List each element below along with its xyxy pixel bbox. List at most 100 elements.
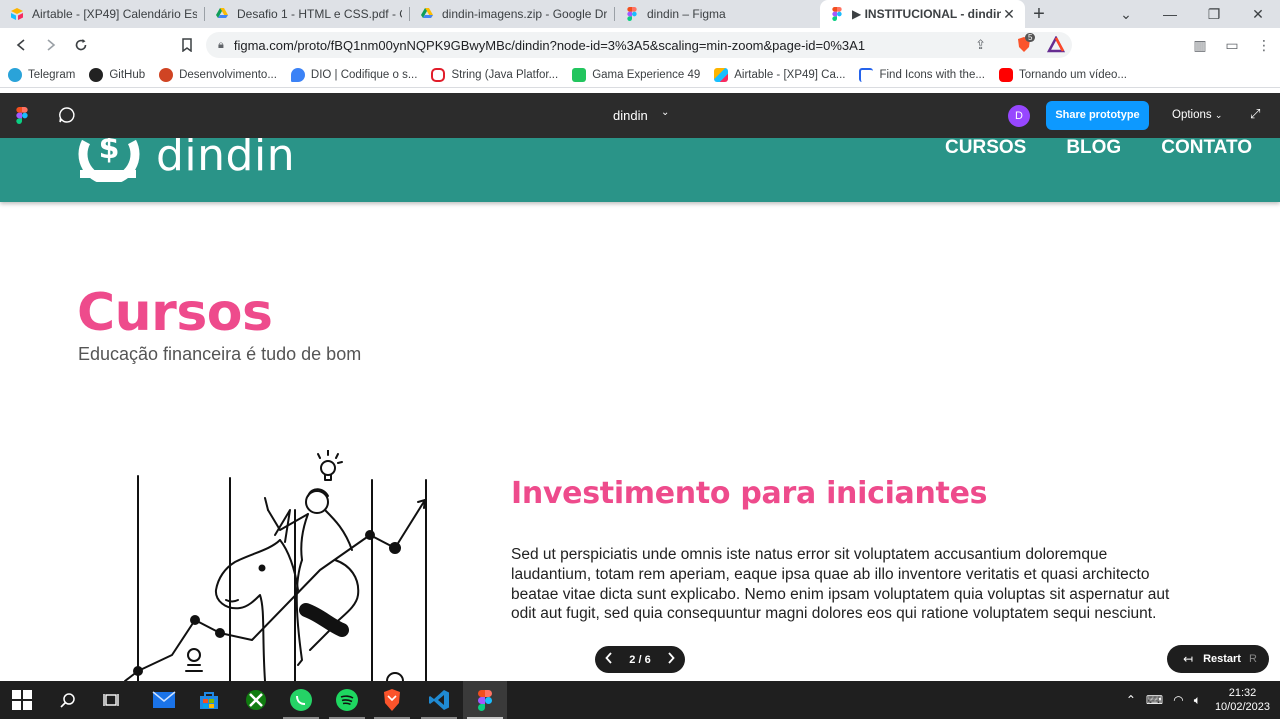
bookmark-item[interactable]: DIO | Codifique o s... — [290, 67, 417, 82]
browser-tab[interactable]: Airtable - [XP49] Calendário Estud — [0, 0, 205, 28]
restart-button[interactable]: ↤ Restart R — [1167, 645, 1269, 673]
volume-icon[interactable]: 🔈︎ — [1194, 693, 1201, 708]
page-subtitle: Educação financeira é tudo de bom — [78, 344, 362, 364]
system-tray: ⌃ ⌨ ◠ 🔈︎ 21:32 10/02/2023 — [1126, 681, 1270, 719]
page-title: Cursos — [77, 283, 273, 343]
brave-shields-icon[interactable]: 5 — [1015, 33, 1036, 54]
clock[interactable]: 21:32 10/02/2023 — [1215, 686, 1270, 714]
nav-link-blog[interactable]: BLOG — [1066, 138, 1121, 158]
bookmark-item[interactable]: GitHub — [89, 67, 145, 82]
maximize-button[interactable]: ❐ — [1192, 0, 1236, 28]
bookmark-item[interactable]: Telegram — [8, 67, 75, 82]
brave-rewards-icon[interactable] — [1046, 35, 1066, 59]
tab-title: Airtable - [XP49] Calendário Estud — [32, 7, 197, 21]
clock-date: 10/02/2023 — [1214, 701, 1270, 713]
course-title: Investimento para iniciantes — [511, 476, 988, 511]
previous-frame-button[interactable] — [605, 652, 613, 667]
bookmark-item[interactable]: Gama Experience 49 — [572, 67, 700, 82]
bookmark-icon — [182, 38, 192, 52]
reload-icon — [75, 39, 87, 51]
avatar[interactable]: D — [1008, 105, 1030, 127]
reload-button[interactable] — [66, 30, 96, 60]
chevron-down-icon: ⌄ — [1214, 110, 1223, 120]
bookmark-item[interactable]: Airtable - [XP49] Ca... — [714, 67, 845, 82]
back-arrow-icon — [16, 39, 25, 51]
oracle-icon — [431, 67, 446, 82]
nav-link-contato[interactable]: CONTATO — [1161, 138, 1252, 158]
restart-arrow-icon: ↤ — [1183, 652, 1194, 666]
vscode-icon[interactable] — [417, 681, 461, 719]
wifi-icon[interactable]: ◠ — [1173, 693, 1183, 707]
bookmark-item[interactable]: String (Java Platfor... — [431, 67, 558, 82]
dollar-logo-icon: $ — [78, 138, 140, 182]
telegram-icon — [8, 67, 22, 82]
window-controls: ⌄ — ❐ ✕ — [1104, 0, 1280, 28]
site-logo[interactable]: $ dindin — [78, 138, 295, 182]
windows-start-icon[interactable] — [0, 681, 44, 719]
spotify-icon[interactable] — [325, 681, 369, 719]
nav-link-cursos[interactable]: CURSOS — [945, 138, 1026, 158]
prototype-canvas: $ dindin CURSOS BLOG CONTATO Cursos Educ… — [0, 138, 1280, 681]
wallet-icon[interactable]: ▭ — [1216, 37, 1248, 54]
xbox-icon[interactable] — [234, 681, 278, 719]
figma-logo-icon[interactable] — [16, 107, 28, 129]
store-icon[interactable] — [187, 681, 231, 719]
forward-button[interactable] — [36, 30, 66, 60]
bookmark-item[interactable]: Desenvolvimento... — [159, 67, 277, 82]
gama-icon — [572, 67, 587, 82]
browser-tab[interactable]: dindin-imagens.zip - Google Drive — [410, 0, 615, 28]
chevron-right-icon — [668, 652, 675, 664]
comment-icon[interactable] — [58, 106, 76, 129]
new-tab-button[interactable]: + — [1025, 0, 1053, 28]
fullscreen-icon[interactable]: ⤢ — [1250, 106, 1260, 122]
bookmark-item[interactable]: Find Icons with the... — [859, 67, 985, 82]
browser-tab-active[interactable]: ▶ INSTITUCIONAL - dindin ✕ — [820, 0, 1025, 28]
share-page-icon[interactable]: ⇪ — [975, 37, 986, 53]
github-icon — [89, 67, 104, 82]
bookmark-button[interactable] — [172, 30, 202, 60]
address-bar[interactable]: 🔒︎ figma.com/proto/fBQ1nm00ynNQPK9GBwyMB… — [206, 32, 1072, 58]
minimize-button[interactable]: — — [1148, 0, 1192, 28]
close-tab-icon[interactable]: ✕ — [1001, 6, 1017, 23]
figma-icon[interactable] — [463, 681, 507, 719]
chevron-left-icon — [605, 652, 612, 664]
browser-tab[interactable]: dindin – Figma — [615, 0, 820, 28]
keyboard-icon[interactable]: ⌨ — [1146, 693, 1163, 707]
brave-icon[interactable] — [370, 681, 414, 719]
forward-arrow-icon — [47, 39, 56, 51]
bookmark-item[interactable]: Tornando um vídeo... — [998, 67, 1127, 82]
logo-text: dindin — [156, 138, 296, 181]
close-window-button[interactable]: ✕ — [1236, 0, 1280, 28]
next-frame-button[interactable] — [667, 652, 675, 667]
file-name[interactable]: dindin — [613, 108, 648, 123]
flag-icon — [859, 67, 874, 82]
tab-search-icon[interactable]: ⌄ — [1104, 0, 1148, 28]
whatsapp-icon[interactable] — [279, 681, 323, 719]
powerpoint-icon — [159, 67, 174, 82]
windows-taskbar: ⌃ ⌨ ◠ 🔈︎ 21:32 10/02/2023 — [0, 681, 1280, 719]
frame-counter: 2 / 6 — [629, 653, 651, 666]
mail-icon[interactable] — [142, 681, 186, 719]
chevron-up-icon[interactable]: ⌃ — [1126, 693, 1136, 707]
tab-title: Desafio 1 - HTML e CSS.pdf - Goo — [237, 7, 402, 21]
svg-text:$: $ — [99, 138, 120, 166]
airtable-icon — [10, 7, 24, 21]
tab-title: dindin – Figma — [647, 7, 726, 21]
share-prototype-button[interactable]: Share prototype — [1046, 101, 1149, 130]
restart-shortcut: R — [1248, 653, 1257, 665]
prototype-pager: 2 / 6 — [595, 646, 685, 673]
options-button[interactable]: Options ⌄ — [1172, 109, 1222, 121]
browser-tab[interactable]: Desafio 1 - HTML e CSS.pdf - Goo — [205, 0, 410, 28]
lock-icon: 🔒︎ — [218, 38, 224, 51]
tab-title: ▶ INSTITUCIONAL - dindin — [852, 7, 1001, 21]
chevron-down-icon[interactable]: ⌄ — [661, 107, 669, 118]
task-view-icon[interactable] — [90, 681, 134, 719]
menu-icon[interactable]: ⋮ — [1248, 37, 1280, 54]
sidebar-icon[interactable]: ▥ — [1184, 37, 1216, 54]
browser-tab-bar: Airtable - [XP49] Calendário Estud Desaf… — [0, 0, 1280, 28]
url-text: figma.com/proto/fBQ1nm00ynNQPK9GBwyMBc/d… — [233, 37, 866, 53]
youtube-icon — [998, 67, 1013, 82]
back-button[interactable] — [6, 30, 36, 60]
toolbar-right: ▥ ▭ ⋮ — [1184, 28, 1280, 62]
search-icon[interactable] — [46, 681, 90, 719]
